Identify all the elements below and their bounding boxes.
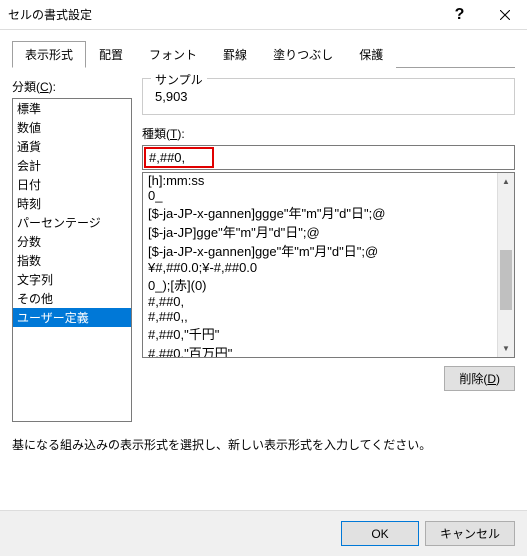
- detail-column: サンプル 5,903 種類(T): [h]:mm:ss0_[$-ja-JP-x-…: [142, 78, 515, 422]
- tab-1[interactable]: 配置: [86, 41, 136, 68]
- scroll-up-icon[interactable]: ▲: [498, 173, 514, 190]
- category-item[interactable]: 時刻: [13, 194, 131, 213]
- format-list[interactable]: [h]:mm:ss0_[$-ja-JP-x-gannen]ggge"年"m"月"…: [142, 172, 515, 358]
- category-column: 分類(C): 標準数値通貨会計日付時刻パーセンテージ分数指数文字列その他ユーザー…: [12, 78, 132, 422]
- type-highlight: [144, 147, 214, 168]
- dialog-content: 表示形式配置フォント罫線塗りつぶし保護 分類(C): 標準数値通貨会計日付時刻パ…: [0, 30, 527, 463]
- category-list[interactable]: 標準数値通貨会計日付時刻パーセンテージ分数指数文字列その他ユーザー定義: [12, 98, 132, 422]
- format-item[interactable]: #,##0,: [143, 294, 497, 309]
- format-item[interactable]: [$-ja-JP]gge"年"m"月"d"日";@: [143, 222, 497, 241]
- help-button[interactable]: ?: [437, 0, 482, 30]
- tab-0[interactable]: 表示形式: [12, 41, 86, 68]
- category-item[interactable]: パーセンテージ: [13, 213, 131, 232]
- category-item[interactable]: 日付: [13, 175, 131, 194]
- format-item[interactable]: #,##0,,: [143, 309, 497, 324]
- tab-4[interactable]: 塗りつぶし: [260, 41, 346, 68]
- type-input-wrap: [142, 145, 515, 170]
- category-label: 分類(C):: [12, 78, 132, 95]
- tab-2[interactable]: フォント: [136, 41, 210, 68]
- category-item[interactable]: 通貨: [13, 137, 131, 156]
- category-item[interactable]: 数値: [13, 118, 131, 137]
- window-title: セルの書式設定: [8, 6, 437, 23]
- category-item[interactable]: ユーザー定義: [13, 308, 131, 327]
- format-item[interactable]: #,##0,"千円": [143, 324, 497, 343]
- main-area: 分類(C): 標準数値通貨会計日付時刻パーセンテージ分数指数文字列その他ユーザー…: [12, 78, 515, 422]
- tab-3[interactable]: 罫線: [210, 41, 260, 68]
- sample-label: サンプル: [151, 71, 207, 88]
- cancel-button[interactable]: キャンセル: [425, 521, 515, 546]
- hint-text: 基になる組み込みの表示形式を選択し、新しい表示形式を入力してください。: [12, 436, 515, 453]
- format-item[interactable]: 0_: [143, 188, 497, 203]
- delete-row: 削除(D): [142, 366, 515, 391]
- tab-strip: 表示形式配置フォント罫線塗りつぶし保護: [12, 40, 515, 68]
- format-item[interactable]: ¥#,##0.0;¥-#,##0.0: [143, 260, 497, 275]
- type-input[interactable]: [149, 150, 209, 165]
- category-item[interactable]: 会計: [13, 156, 131, 175]
- category-item[interactable]: その他: [13, 289, 131, 308]
- format-item[interactable]: #,##0,"百万円": [143, 343, 497, 358]
- delete-button[interactable]: 削除(D): [444, 366, 515, 391]
- scroll-track[interactable]: [498, 190, 514, 340]
- format-item[interactable]: 0_);[赤](0): [143, 275, 497, 294]
- titlebar: セルの書式設定 ?: [0, 0, 527, 30]
- category-item[interactable]: 標準: [13, 99, 131, 118]
- close-button[interactable]: [482, 0, 527, 30]
- scrollbar[interactable]: ▲ ▼: [497, 173, 514, 357]
- format-item[interactable]: [$-ja-JP-x-gannen]ggge"年"m"月"d"日";@: [143, 203, 497, 222]
- ok-button[interactable]: OK: [341, 521, 419, 546]
- category-item[interactable]: 指数: [13, 251, 131, 270]
- scroll-down-icon[interactable]: ▼: [498, 340, 514, 357]
- format-item[interactable]: [h]:mm:ss: [143, 173, 497, 188]
- type-label: 種類(T):: [142, 125, 515, 142]
- category-item[interactable]: 文字列: [13, 270, 131, 289]
- category-item[interactable]: 分数: [13, 232, 131, 251]
- scroll-thumb[interactable]: [500, 250, 512, 310]
- sample-box: サンプル 5,903: [142, 78, 515, 115]
- format-item[interactable]: [$-ja-JP-x-gannen]gge"年"m"月"d"日";@: [143, 241, 497, 260]
- tab-5[interactable]: 保護: [346, 41, 396, 68]
- dialog-footer: OK キャンセル: [0, 510, 527, 556]
